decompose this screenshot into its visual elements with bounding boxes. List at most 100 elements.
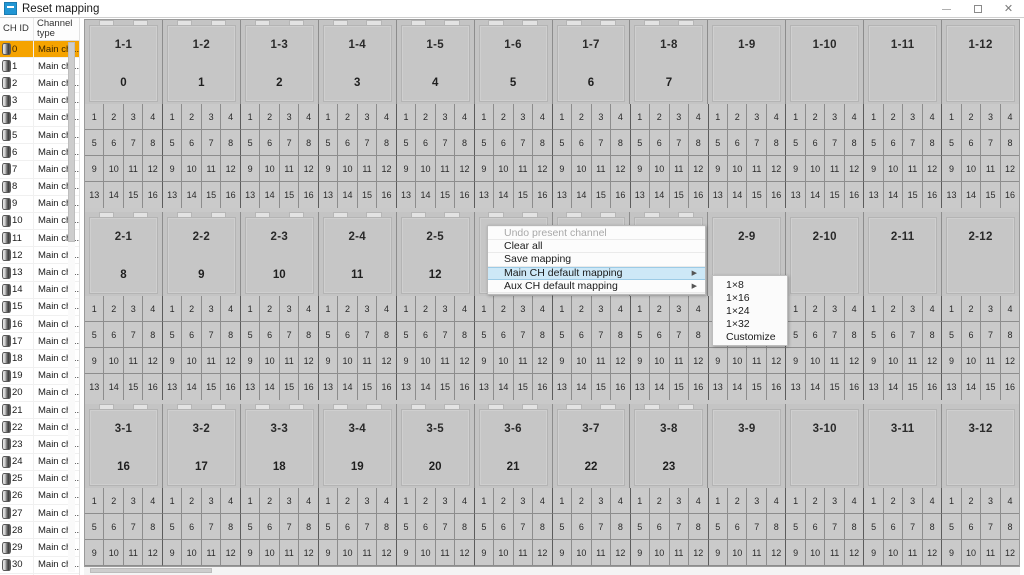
channel-number-cell[interactable]: 11 [201,156,222,182]
channel-number-cell[interactable]: 5 [474,514,495,540]
channel-number-cell[interactable]: 4 [377,296,397,322]
channel-number-cell[interactable]: 3 [981,296,1001,322]
speaker-block[interactable]: 3-3 18 [240,404,319,488]
channel-number-cell[interactable]: 1 [318,488,339,514]
channel-number-cell[interactable]: 16 [455,374,475,400]
channel-number-cell[interactable]: 12 [299,348,319,374]
context-menu-item[interactable]: Save mapping [488,253,705,267]
channel-number-cell[interactable]: 5 [396,514,417,540]
channel-number-cell[interactable]: 9 [396,348,417,374]
channel-number-cell[interactable]: 4 [844,296,865,322]
channel-number-cell[interactable]: 9 [318,540,339,566]
channel-number-cell[interactable]: 11 [591,156,612,182]
channel-number-cell[interactable]: 8 [377,130,397,156]
speaker-block[interactable]: 3-8 23 [630,404,709,488]
channel-number-cell[interactable]: 11 [279,348,300,374]
channel-number-cell[interactable]: 4 [611,296,631,322]
channel-number-cell[interactable]: 8 [377,322,397,348]
channel-number-cell[interactable]: 14 [805,374,826,400]
channel-number-cell[interactable]: 5 [630,130,651,156]
channel-number-cell[interactable]: 16 [689,182,709,208]
channel-number-cell[interactable]: 16 [766,182,787,208]
channel-number-cell[interactable]: 13 [162,374,183,400]
channel-number-cell[interactable]: 7 [903,514,923,540]
channel-number-cell[interactable]: 14 [182,374,202,400]
channel-number-cell[interactable]: 15 [669,374,690,400]
channel-number-cell[interactable]: 15 [903,182,923,208]
channel-number-cell[interactable]: 9 [630,348,651,374]
channel-number-cell[interactable]: 10 [104,156,124,182]
channel-number-cell[interactable]: 12 [611,156,631,182]
channel-number-cell[interactable]: 8 [143,322,163,348]
channel-number-cell[interactable]: 7 [903,322,923,348]
channel-number-cell[interactable]: 5 [942,514,962,540]
channel-number-cell[interactable]: 15 [981,374,1001,400]
channel-number-cell[interactable]: 14 [260,374,280,400]
channel-number-cell[interactable]: 7 [123,130,144,156]
channel-number-cell[interactable]: 4 [922,488,943,514]
channel-number-cell[interactable]: 13 [786,182,806,208]
channel-number-cell[interactable]: 11 [357,540,378,566]
channel-number-cell[interactable]: 1 [318,104,339,130]
channel-number-cell[interactable]: 16 [221,374,241,400]
channel-number-cell[interactable]: 1 [864,104,884,130]
channel-number-cell[interactable]: 13 [942,374,962,400]
channel-number-cell[interactable]: 16 [221,182,241,208]
channel-number-cell[interactable]: 3 [903,488,923,514]
channel-number-cell[interactable]: 13 [85,182,105,208]
channel-number-cell[interactable]: 7 [513,130,534,156]
channel-number-cell[interactable]: 3 [513,104,534,130]
speaker-block[interactable]: 2-2 9 [162,212,241,296]
channel-number-cell[interactable]: 14 [260,182,280,208]
channel-number-cell[interactable]: 8 [221,130,241,156]
channel-number-cell[interactable]: 5 [85,130,105,156]
channel-number-cell[interactable]: 6 [338,322,358,348]
channel-number-cell[interactable]: 9 [864,348,884,374]
channel-number-cell[interactable]: 1 [240,296,261,322]
channel-number-cell[interactable]: 15 [357,374,378,400]
channel-number-cell[interactable]: 16 [611,374,631,400]
channel-number-cell[interactable]: 10 [182,156,202,182]
panel-horizontal-scrollbar[interactable] [84,567,1020,575]
channel-number-cell[interactable]: 6 [883,514,904,540]
channel-number-cell[interactable]: 8 [455,322,475,348]
channel-number-cell[interactable]: 10 [727,156,748,182]
channel-number-cell[interactable]: 13 [786,374,806,400]
channel-number-cell[interactable]: 15 [825,182,845,208]
channel-number-cell[interactable]: 5 [162,130,183,156]
channel-number-cell[interactable]: 2 [572,296,592,322]
channel-number-cell[interactable]: 13 [240,374,261,400]
channel-number-cell[interactable]: 3 [825,296,845,322]
channel-number-cell[interactable]: 6 [727,514,748,540]
channel-number-cell[interactable]: 6 [650,514,670,540]
speaker-block[interactable]: 1-6 5 [474,20,553,104]
channel-number-cell[interactable]: 10 [727,540,748,566]
channel-number-cell[interactable]: 1 [630,488,651,514]
speaker-block[interactable]: 2-1 8 [85,212,163,296]
submenu-item[interactable]: 1×16 [713,291,787,304]
channel-number-cell[interactable]: 8 [299,514,319,540]
channel-number-cell[interactable]: 15 [435,182,456,208]
channel-number-cell[interactable]: 5 [318,514,339,540]
channel-number-cell[interactable]: 5 [864,130,884,156]
channel-number-cell[interactable]: 3 [981,104,1001,130]
channel-number-cell[interactable]: 13 [240,182,261,208]
channel-number-cell[interactable]: 7 [123,322,144,348]
context-menu[interactable]: Undo present channel Clear all Save mappin… [487,225,706,295]
channel-number-cell[interactable]: 13 [396,182,417,208]
channel-number-cell[interactable]: 7 [357,514,378,540]
channel-number-cell[interactable]: 9 [864,156,884,182]
channel-number-cell[interactable]: 6 [494,130,514,156]
channel-number-cell[interactable]: 10 [961,540,982,566]
channel-number-cell[interactable]: 16 [766,374,787,400]
channel-number-cell[interactable]: 6 [182,130,202,156]
channel-number-cell[interactable]: 12 [143,540,163,566]
channel-number-cell[interactable]: 9 [396,540,417,566]
channel-number-cell[interactable]: 1 [942,488,962,514]
channel-number-cell[interactable]: 6 [572,514,592,540]
channel-number-cell[interactable]: 6 [338,130,358,156]
channel-number-cell[interactable]: 14 [104,374,124,400]
channel-number-cell[interactable]: 10 [338,540,358,566]
channel-number-cell[interactable]: 1 [708,104,728,130]
speaker-block[interactable]: 1-12 [942,20,1019,104]
